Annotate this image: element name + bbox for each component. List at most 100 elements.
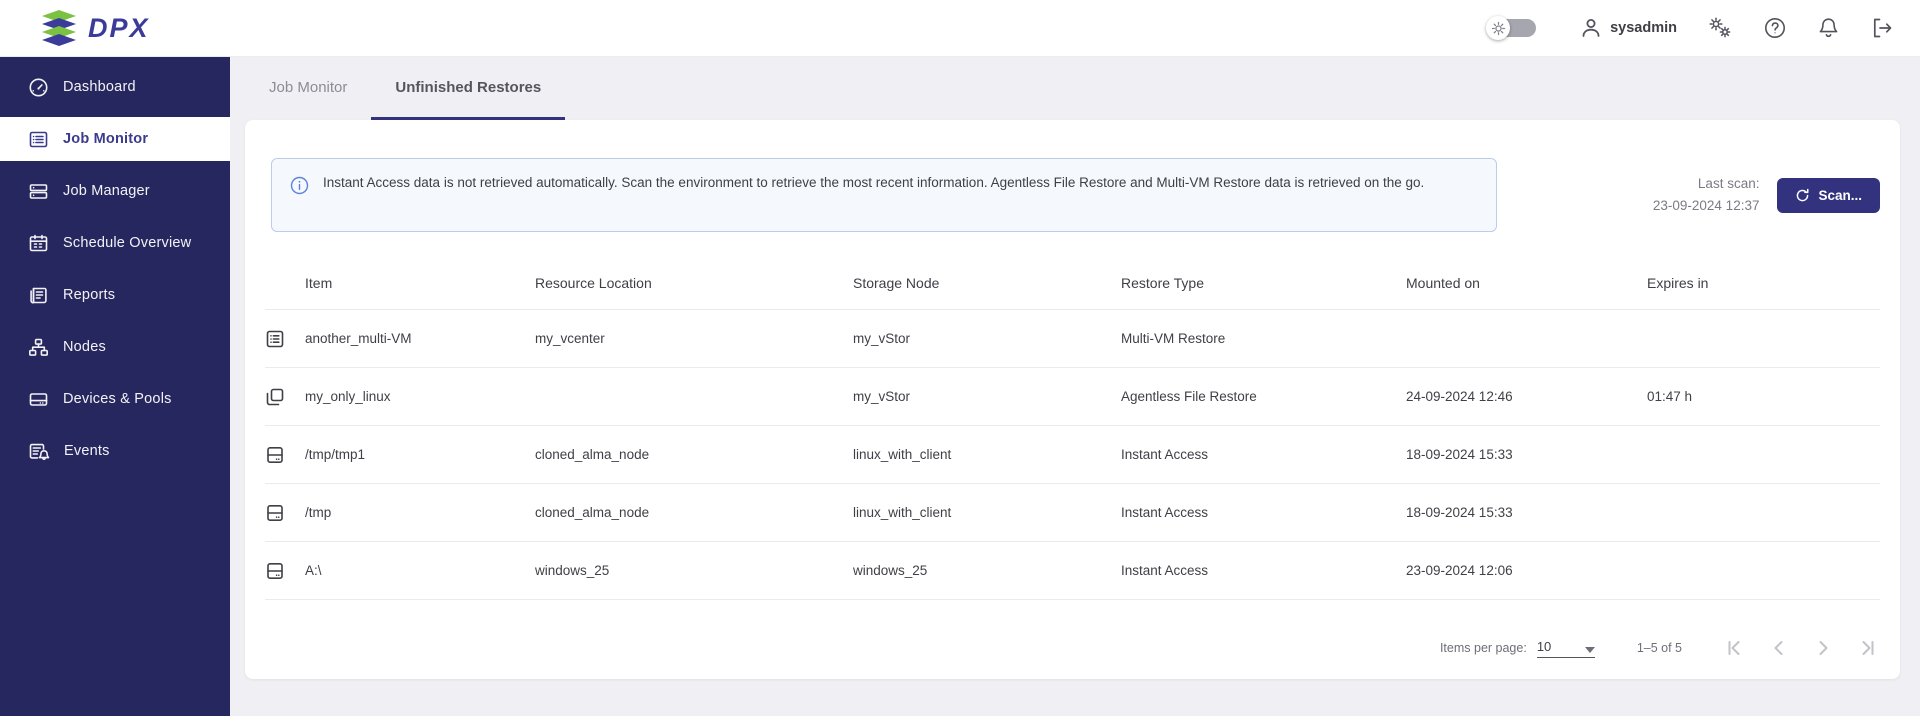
last-scan-info: Last scan: 23-09-2024 12:37 [1653, 173, 1760, 216]
events-icon [28, 441, 50, 462]
dashboard-icon [28, 77, 49, 98]
cell-item: another_multi-VM [305, 331, 535, 346]
logo-text: DPX [88, 13, 150, 44]
chevron-down-icon [1585, 647, 1595, 653]
sidebar-item-label: Devices & Pools [63, 391, 172, 407]
tab-job-monitor[interactable]: Job Monitor [245, 57, 371, 120]
cell-item: /tmp/tmp1 [305, 447, 535, 462]
dpx-logo-icon [40, 10, 78, 46]
cell-mounted-on: 18-09-2024 15:33 [1406, 505, 1647, 520]
restores-table: Item Resource Location Storage Node Rest… [265, 256, 1880, 600]
cell-mounted-on: 23-09-2024 12:06 [1406, 563, 1647, 578]
cell-restore-type: Instant Access [1121, 447, 1406, 462]
col-mounted-on: Mounted on [1406, 275, 1647, 291]
agentless-icon [265, 387, 305, 407]
unfinished-restores-panel: Instant Access data is not retrieved aut… [245, 120, 1900, 679]
cell-item: my_only_linux [305, 389, 535, 404]
last-scan-value: 23-09-2024 12:37 [1653, 195, 1760, 217]
nodes-icon [28, 337, 49, 358]
sidebar-item-label: Schedule Overview [63, 235, 191, 251]
sidebar: Dashboard Job Monitor Job Manager Schedule … [0, 57, 230, 716]
cell-mounted-on: 18-09-2024 15:33 [1406, 447, 1647, 462]
user-menu[interactable]: sysadmin [1580, 17, 1677, 39]
first-page-button[interactable] [1722, 635, 1748, 661]
sidebar-item-label: Job Manager [63, 183, 150, 199]
col-expires-in: Expires in [1647, 275, 1880, 291]
table-row[interactable]: /tmp/tmp1cloned_alma_nodelinux_with_clie… [265, 426, 1880, 484]
cell-resource-location: cloned_alma_node [535, 447, 853, 462]
dpx-logo: DPX [40, 10, 150, 46]
last-page-button[interactable] [1854, 635, 1880, 661]
help-icon[interactable] [1763, 16, 1787, 40]
sidebar-item-label: Job Monitor [63, 131, 148, 147]
col-storage-node: Storage Node [853, 275, 1121, 291]
items-per-page-value: 10 [1537, 639, 1551, 654]
scan-button[interactable]: Scan... [1777, 178, 1880, 213]
cell-restore-type: Agentless File Restore [1121, 389, 1406, 404]
devices-icon [28, 389, 49, 410]
sidebar-item-events[interactable]: Events [0, 429, 230, 473]
info-banner: Instant Access data is not retrieved aut… [271, 158, 1497, 232]
col-item: Item [305, 275, 535, 291]
sidebar-item-nodes[interactable]: Nodes [0, 325, 230, 369]
info-icon [290, 176, 309, 219]
top-bar: DPX sysadmin [0, 0, 1920, 57]
cell-storage-node: linux_with_client [853, 505, 1121, 520]
cell-expires-in: 01:47 h [1647, 389, 1880, 404]
scan-button-label: Scan... [1818, 188, 1862, 203]
items-per-page-select[interactable]: 10 [1537, 639, 1595, 658]
sidebar-item-label: Reports [63, 287, 115, 303]
user-icon [1580, 17, 1602, 39]
job-monitor-icon [28, 129, 49, 150]
notifications-bell-icon[interactable] [1817, 16, 1840, 40]
cell-storage-node: linux_with_client [853, 447, 1121, 462]
tab-unfinished-restores[interactable]: Unfinished Restores [371, 57, 565, 120]
multi-vm-icon [265, 329, 305, 349]
next-page-button[interactable] [1810, 635, 1836, 661]
items-per-page-label: Items per page: [1440, 641, 1527, 655]
sidebar-item-dashboard[interactable]: Dashboard [0, 65, 230, 109]
sidebar-item-schedule-overview[interactable]: Schedule Overview [0, 221, 230, 265]
schedule-icon [28, 233, 49, 254]
cell-resource-location: windows_25 [535, 563, 853, 578]
pagination-bar: Items per page: 10 1–5 of 5 [265, 623, 1880, 679]
cell-item: /tmp [305, 505, 535, 520]
cell-restore-type: Instant Access [1121, 505, 1406, 520]
table-row[interactable]: my_only_linux my_vStorAgentless File Rest… [265, 368, 1880, 426]
cell-restore-type: Instant Access [1121, 563, 1406, 578]
sidebar-item-job-monitor[interactable]: Job Monitor [0, 117, 230, 161]
table-header-row: Item Resource Location Storage Node Rest… [265, 256, 1880, 310]
settings-toggle[interactable] [1486, 16, 1538, 40]
volume-icon [265, 445, 305, 465]
sidebar-item-devices-pools[interactable]: Devices & Pools [0, 377, 230, 421]
sidebar-item-job-manager[interactable]: Job Manager [0, 169, 230, 213]
gear-toggle-icon [1486, 16, 1510, 40]
management-gears-icon[interactable] [1707, 16, 1733, 40]
cell-storage-node: my_vStor [853, 389, 1121, 404]
col-resource-location: Resource Location [535, 275, 853, 291]
cell-storage-node: windows_25 [853, 563, 1121, 578]
sidebar-item-label: Nodes [63, 339, 106, 355]
banner-message: Instant Access data is not retrieved aut… [323, 173, 1424, 219]
refresh-icon [1795, 188, 1810, 203]
cell-storage-node: my_vStor [853, 331, 1121, 346]
cell-resource-location: cloned_alma_node [535, 505, 853, 520]
sidebar-item-label: Dashboard [63, 79, 136, 95]
table-row[interactable]: another_multi-VMmy_vcentermy_vStorMulti-… [265, 310, 1880, 368]
cell-resource-location: my_vcenter [535, 331, 853, 346]
reports-icon [28, 285, 49, 306]
col-restore-type: Restore Type [1121, 275, 1406, 291]
table-row[interactable]: /tmpcloned_alma_nodelinux_with_clientIns… [265, 484, 1880, 542]
sidebar-item-reports[interactable]: Reports [0, 273, 230, 317]
previous-page-button[interactable] [1766, 635, 1792, 661]
tab-bar: Job Monitor Unfinished Restores [245, 57, 1900, 120]
username-label: sysadmin [1610, 20, 1677, 36]
cell-restore-type: Multi-VM Restore [1121, 331, 1406, 346]
sidebar-item-label: Events [64, 443, 110, 459]
table-row[interactable]: A:\windows_25windows_25Instant Access23-… [265, 542, 1880, 600]
volume-icon [265, 561, 305, 581]
logout-icon[interactable] [1870, 16, 1894, 40]
job-manager-icon [28, 181, 49, 202]
cell-mounted-on: 24-09-2024 12:46 [1406, 389, 1647, 404]
volume-icon [265, 503, 305, 523]
